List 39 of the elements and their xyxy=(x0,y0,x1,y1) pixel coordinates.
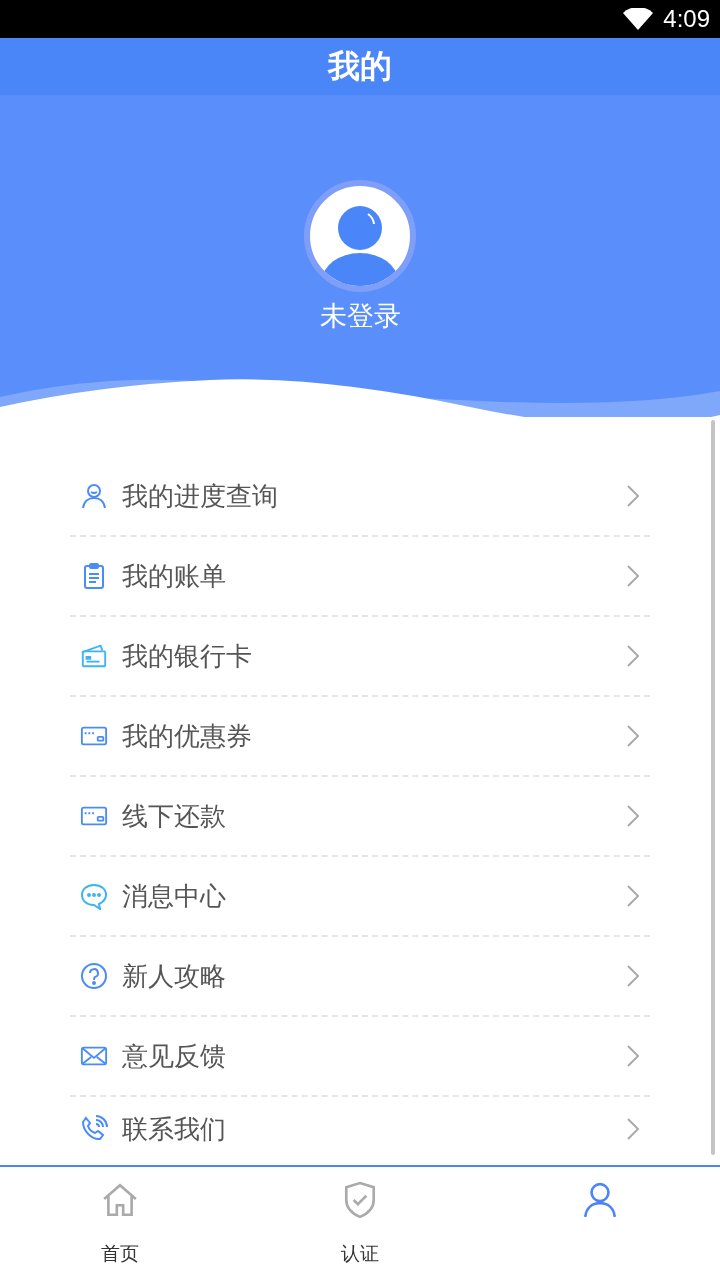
chevron-icon xyxy=(626,564,640,588)
chevron-icon xyxy=(626,1117,640,1141)
menu-item[interactable]: 联系我们 xyxy=(70,1097,650,1163)
menu-label: 我的进度查询 xyxy=(122,479,279,513)
home-icon xyxy=(101,1181,139,1219)
person-icon xyxy=(80,482,108,510)
chevron-icon xyxy=(626,964,640,988)
tab[interactable]: 首页 xyxy=(0,1167,240,1280)
menu-item[interactable]: 我的账单 xyxy=(70,537,650,617)
menu-item[interactable]: 我的银行卡 xyxy=(70,617,650,697)
menu-item[interactable]: 线下还款 xyxy=(70,777,650,857)
menu-item[interactable]: 我的进度查询 xyxy=(70,457,650,537)
chevron-icon xyxy=(626,884,640,908)
chevron-icon xyxy=(626,804,640,828)
menu-label: 我的账单 xyxy=(122,559,227,593)
menu-label: 线下还款 xyxy=(122,799,227,833)
chevron-icon xyxy=(626,1044,640,1068)
menu-label: 我的优惠券 xyxy=(122,719,253,753)
menu-label: 消息中心 xyxy=(122,879,227,913)
menu-item[interactable]: 我的优惠券 xyxy=(70,697,650,777)
menu-label: 意见反馈 xyxy=(122,1039,227,1073)
chevron-icon xyxy=(626,484,640,508)
menu-label: 我的银行卡 xyxy=(122,639,253,673)
card-icon xyxy=(80,642,108,670)
menu-label: 联系我们 xyxy=(122,1112,227,1146)
clock: 4:09 xyxy=(663,5,710,33)
person-icon xyxy=(581,1181,619,1219)
menu-item[interactable]: 意见反馈 xyxy=(70,1017,650,1097)
menu-item[interactable]: 消息中心 xyxy=(70,857,650,937)
chevron-icon xyxy=(626,724,640,748)
tab[interactable]: 认证 xyxy=(240,1167,480,1280)
phone-icon xyxy=(80,1115,108,1143)
chevron-icon xyxy=(626,644,640,668)
chat-icon xyxy=(80,882,108,910)
menu-label: 新人攻略 xyxy=(122,959,227,993)
page-title: 我的 xyxy=(328,45,392,87)
wifi-icon xyxy=(623,8,654,30)
help-icon xyxy=(80,962,108,990)
menu-item[interactable]: 新人攻略 xyxy=(70,937,650,1017)
